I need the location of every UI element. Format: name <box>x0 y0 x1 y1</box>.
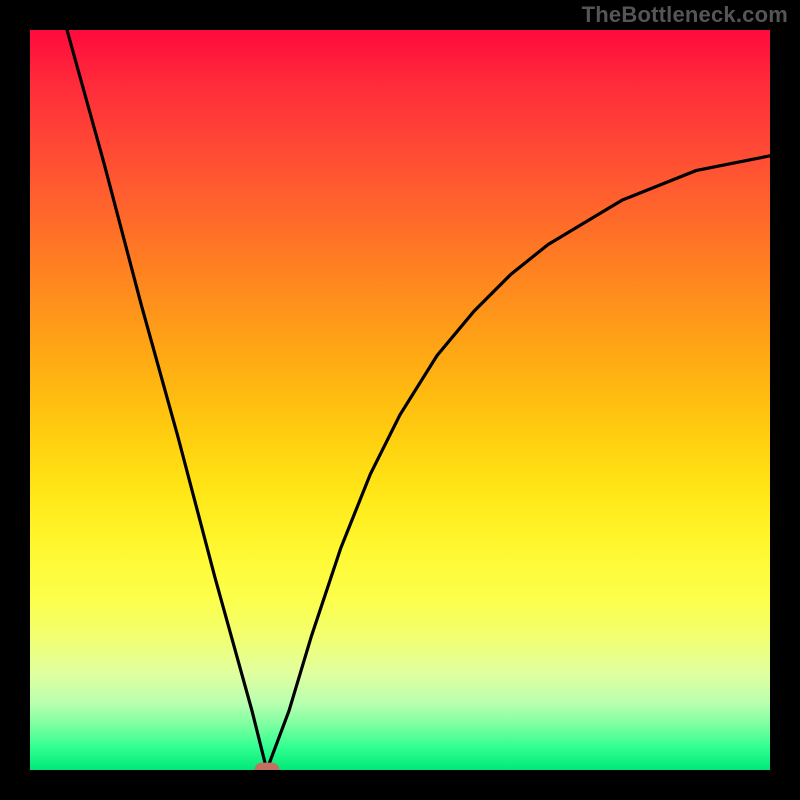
bottleneck-curve <box>67 30 770 770</box>
chart-frame: TheBottleneck.com <box>0 0 800 800</box>
optimum-marker <box>254 763 279 770</box>
attribution-text: TheBottleneck.com <box>582 2 788 28</box>
plot-area <box>30 30 770 770</box>
curve-svg <box>30 30 770 770</box>
